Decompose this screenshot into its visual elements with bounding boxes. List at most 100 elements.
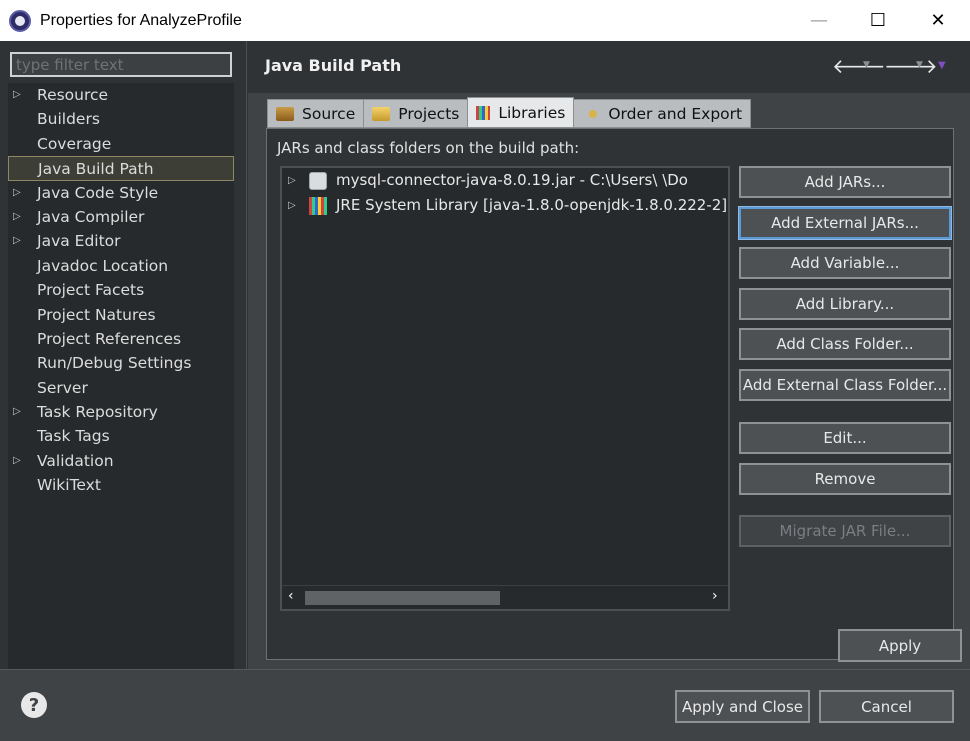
remove-button[interactable]: Remove	[739, 463, 951, 495]
apply-and-close-button[interactable]: Apply and Close	[675, 690, 810, 723]
dialog-footer: ? Apply and Close Cancel	[0, 669, 970, 741]
tree-item-label: Java Build Path	[38, 160, 154, 179]
filter-input[interactable]	[12, 54, 230, 75]
add-external-class-folder-button[interactable]: Add External Class Folder...	[739, 369, 951, 401]
eclipse-icon	[9, 9, 31, 32]
expand-arrow-icon[interactable]: ▷	[13, 229, 21, 253]
tree-item-label: Run/Debug Settings	[37, 354, 192, 373]
tab-label: Libraries	[498, 103, 566, 122]
tree-item-javadoc-location[interactable]: Javadoc Location	[8, 254, 234, 278]
tab-label: Source	[302, 104, 356, 123]
entry-label: mysql-connector-java-8.0.19.jar - C:\Use…	[336, 171, 688, 189]
tab-source[interactable]: Source	[267, 99, 365, 128]
horizontal-scrollbar[interactable]: ‹ ›	[282, 585, 728, 609]
expand-arrow-icon[interactable]: ▷	[13, 83, 21, 107]
tree-item-label: Java Editor	[37, 232, 121, 251]
view-menu-icon[interactable]: ▼	[938, 60, 946, 71]
tree-item-label: Java Compiler	[37, 207, 145, 226]
add-jars-button[interactable]: Add JARs...	[739, 166, 951, 198]
expand-arrow-icon[interactable]: ▷	[288, 168, 296, 193]
jre-library-icon	[309, 197, 327, 215]
list-item[interactable]: ▷ mysql-connector-java-8.0.19.jar - C:\U…	[282, 168, 728, 193]
tree-item-label: WikiText	[37, 476, 101, 495]
source-icon	[276, 106, 294, 121]
tree-item-label: Resource	[37, 86, 109, 104]
scrollbar-thumb[interactable]	[305, 591, 500, 605]
page-title: Java Build Path	[265, 56, 402, 75]
entry-label: JRE System Library [java-1.8.0-openjdk-1…	[336, 196, 728, 214]
help-icon[interactable]: ?	[21, 692, 47, 718]
tab-label: Projects	[398, 104, 460, 123]
list-item[interactable]: ▷ JRE System Library [java-1.8.0-openjdk…	[282, 193, 728, 218]
tree-item-run-debug-settings[interactable]: Run/Debug Settings	[8, 351, 234, 375]
add-class-folder-button[interactable]: Add Class Folder...	[739, 328, 951, 360]
back-dropdown-icon[interactable]: ▼	[863, 60, 870, 70]
libraries-label: JARs and class folders on the build path…	[277, 139, 580, 157]
scroll-right-icon[interactable]: ›	[712, 588, 718, 604]
tree-item-validation[interactable]: ▷ Validation	[8, 449, 234, 473]
title-bar: Properties for AnalyzeProfile — ☐ ✕	[0, 0, 970, 41]
tree-item-coverage[interactable]: Coverage	[8, 132, 234, 156]
property-tree: ▷ Resource Builders Coverage Java Build P…	[8, 83, 234, 669]
back-arrow-icon[interactable]: 🡐	[832, 54, 886, 78]
tree-item-label: Builders	[37, 110, 100, 129]
tab-projects[interactable]: Projects	[363, 99, 469, 128]
maximize-button[interactable]: ☐	[848, 0, 908, 41]
tree-item-java-build-path[interactable]: Java Build Path	[8, 156, 234, 181]
apply-button[interactable]: Apply	[838, 629, 962, 662]
tab-libraries[interactable]: Libraries	[467, 97, 575, 128]
cancel-button[interactable]: Cancel	[819, 690, 954, 723]
tree-item-label: Validation	[37, 451, 114, 470]
expand-arrow-icon[interactable]: ▷	[13, 181, 21, 205]
tree-item-project-references[interactable]: Project References	[8, 327, 234, 351]
tree-item-java-editor[interactable]: ▷ Java Editor	[8, 229, 234, 253]
tree-item-java-compiler[interactable]: ▷ Java Compiler	[8, 205, 234, 229]
tree-item-label: Project Natures	[37, 305, 156, 324]
tab-order-export[interactable]: Order and Export	[573, 99, 752, 128]
tree-item-project-natures[interactable]: Project Natures	[8, 303, 234, 327]
tree-item-task-tags[interactable]: Task Tags	[8, 424, 234, 448]
page-header: Java Build Path 🡐 ▼ 🡒 ▼ ▼	[248, 41, 970, 93]
tree-item-java-code-style[interactable]: ▷ Java Code Style	[8, 181, 234, 205]
expand-arrow-icon[interactable]: ▷	[288, 193, 296, 218]
tree-item-label: Task Repository	[37, 403, 158, 422]
tree-item-label: Server	[37, 378, 88, 397]
add-variable-button[interactable]: Add Variable...	[739, 247, 951, 279]
tree-item-label: Java Code Style	[37, 183, 159, 202]
order-export-icon	[582, 106, 601, 121]
tree-item-wikitext[interactable]: WikiText	[8, 473, 234, 497]
tree-item-label: Project References	[37, 329, 182, 348]
right-panel: Java Build Path 🡐 ▼ 🡒 ▼ ▼ Source Project…	[248, 41, 970, 669]
tree-item-builders[interactable]: Builders	[8, 107, 234, 131]
expand-arrow-icon[interactable]: ▷	[13, 400, 21, 424]
expand-arrow-icon[interactable]: ▷	[13, 205, 21, 229]
expand-arrow-icon[interactable]: ▷	[13, 449, 21, 473]
migrate-jar-button[interactable]: Migrate JAR File...	[739, 515, 951, 547]
tree-item-label: Project Facets	[37, 281, 145, 300]
tree-item-task-repository[interactable]: ▷ Task Repository	[8, 400, 234, 424]
window-title: Properties for AnalyzeProfile	[40, 11, 242, 29]
libraries-icon	[476, 105, 491, 120]
add-library-button[interactable]: Add Library...	[739, 288, 951, 320]
tree-item-label: Javadoc Location	[37, 256, 169, 275]
libraries-tab-panel: JARs and class folders on the build path…	[266, 128, 954, 660]
tab-bar: Source Projects Libraries Order and Expo…	[267, 97, 752, 128]
close-button[interactable]: ✕	[908, 0, 968, 41]
edit-button[interactable]: Edit...	[739, 422, 951, 454]
tree-item-project-facets[interactable]: Project Facets	[8, 278, 234, 302]
tree-item-server[interactable]: Server	[8, 376, 234, 400]
left-panel: ▷ Resource Builders Coverage Java Build P…	[0, 41, 247, 669]
filter-box[interactable]	[10, 52, 232, 77]
add-external-jars-button[interactable]: Add External JARs...	[738, 206, 952, 240]
tree-item-label: Task Tags	[37, 427, 110, 446]
jar-icon	[309, 172, 327, 190]
tab-label: Order and Export	[608, 104, 743, 123]
build-path-list[interactable]: ▷ mysql-connector-java-8.0.19.jar - C:\U…	[280, 166, 730, 611]
scroll-left-icon[interactable]: ‹	[288, 588, 294, 604]
minimize-button[interactable]: —	[789, 0, 849, 41]
tree-item-label: Coverage	[37, 134, 112, 153]
forward-dropdown-icon[interactable]: ▼	[916, 60, 923, 70]
projects-icon	[372, 106, 391, 121]
tree-item-resource[interactable]: ▷ Resource	[8, 83, 234, 107]
forward-arrow-icon[interactable]: 🡒	[884, 54, 938, 78]
